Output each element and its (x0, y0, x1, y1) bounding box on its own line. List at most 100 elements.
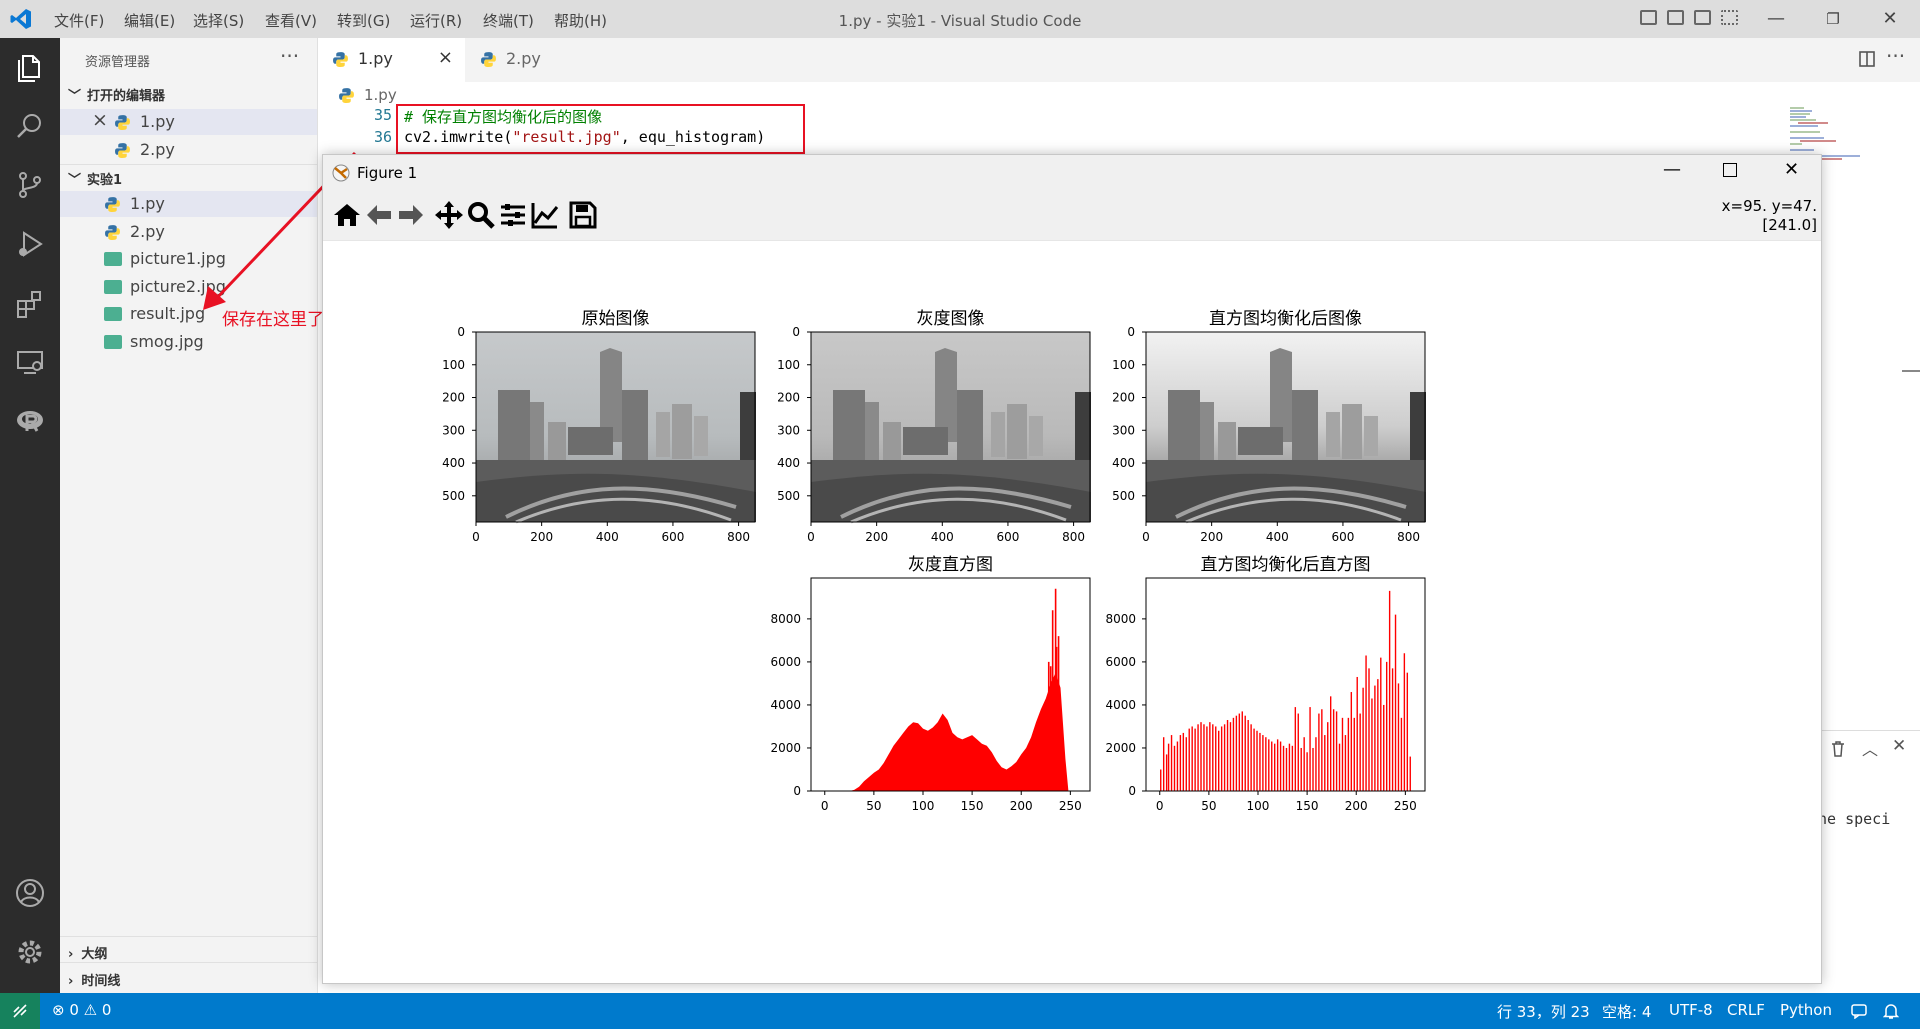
trash-icon[interactable] (1830, 740, 1846, 758)
remote-explorer-icon[interactable] (14, 346, 46, 378)
toggle-primary-sidebar-icon[interactable] (1640, 10, 1657, 25)
x-tick-label: 250 (1059, 799, 1082, 813)
language-mode[interactable]: Python (1780, 1001, 1832, 1019)
maximize-panel-icon[interactable]: ︿ (1862, 736, 1878, 760)
annotation-highlight-box (396, 104, 805, 154)
chevron-right-icon: › (68, 947, 74, 962)
figure-maximize-icon[interactable] (1723, 163, 1737, 177)
source-control-icon[interactable] (14, 169, 46, 201)
y-tick-label: 100 (1112, 358, 1135, 372)
configure-subplots-icon[interactable] (497, 199, 529, 231)
r-icon[interactable] (14, 405, 46, 437)
edit-axis-icon[interactable] (529, 199, 561, 231)
x-tick-label: 0 (821, 799, 829, 813)
minimize-window-icon[interactable]: — (1761, 6, 1791, 32)
x-tick-label: 600 (661, 530, 684, 544)
explorer-title: 资源管理器 (85, 55, 151, 70)
folder-header[interactable]: ﹀ 实验1 (68, 169, 122, 188)
tab-2py[interactable]: 2.py (466, 38, 613, 82)
close-panel-icon[interactable]: ✕ (1892, 736, 1906, 756)
editor-tabs: 1.py × 2.py ··· (318, 38, 1920, 82)
breadcrumb-file[interactable]: 1.py (364, 86, 397, 104)
axes-title: 灰度直方图 (908, 555, 993, 575)
open-editors-header[interactable]: ﹀ 打开的编辑器 (68, 85, 165, 104)
y-tick-label: 4000 (1105, 698, 1136, 712)
files-icon[interactable] (14, 52, 46, 84)
remote-icon (13, 1004, 27, 1018)
extensions-icon[interactable] (14, 287, 46, 319)
axes-title: 灰度图像 (917, 309, 985, 329)
tab-label: 1.py (358, 49, 393, 68)
search-icon[interactable] (14, 110, 46, 142)
y-tick-label: 100 (777, 358, 800, 372)
activity-bar (0, 38, 60, 993)
python-file-icon (339, 88, 354, 103)
restore-window-icon[interactable]: ❐ (1818, 6, 1848, 32)
outline-label: 大纲 (81, 947, 108, 962)
line-number: 35 (373, 106, 392, 124)
save-icon[interactable] (567, 199, 599, 231)
feedback-icon[interactable] (1850, 1003, 1868, 1019)
home-icon[interactable] (331, 199, 363, 231)
python-file-icon (105, 197, 120, 212)
figure-minimize-icon[interactable]: — (1663, 159, 1681, 180)
split-editor-icon[interactable] (1858, 50, 1876, 68)
tab-1py[interactable]: 1.py × (318, 38, 465, 82)
matplotlib-logo-icon (332, 164, 350, 182)
problems-indicator[interactable]: ⊗ 0 ⚠ 0 (52, 1001, 111, 1019)
open-editor-item-1py[interactable]: × 1.py (60, 109, 317, 135)
more-actions-icon[interactable]: ··· (280, 44, 299, 68)
indentation[interactable]: 空格: 4 (1602, 1001, 1651, 1022)
file-item-smog[interactable]: smog.jpg (60, 329, 317, 355)
settings-gear-icon[interactable] (14, 936, 46, 968)
scrollbar-position (1902, 370, 1920, 372)
y-tick-label: 4000 (770, 698, 801, 712)
charts-layer: 原始图像0 200 400 600 8000100200300400500灰度图像0 20… (442, 309, 1428, 813)
y-tick-label: 2000 (770, 741, 801, 755)
annotation-text: 保存在这里了 (222, 310, 324, 330)
zoom-icon[interactable] (465, 199, 497, 231)
close-editor-icon[interactable]: × (92, 109, 108, 131)
x-tick-label: 600 (996, 530, 1019, 544)
folder-label: 实验1 (87, 173, 123, 188)
status-bar: ⊗ 0 ⚠ 0 行 33，列 23 空格: 4 UTF-8 CRLF Pytho… (0, 993, 1920, 1029)
histogram-area (849, 672, 1069, 791)
coord-value: [241.0] (1762, 216, 1817, 234)
section-divider (60, 962, 317, 963)
forward-arrow-icon[interactable] (395, 199, 427, 231)
x-tick-label: 200 (865, 530, 888, 544)
x-tick-label: 200 (1345, 799, 1368, 813)
close-tab-icon[interactable]: × (438, 47, 453, 68)
line-number: 36 (373, 128, 392, 146)
figure-canvas[interactable]: 原始图像0 200 400 600 8000100200300400500灰度图像0 20… (323, 241, 1821, 983)
x-tick-label: 800 (727, 530, 750, 544)
figure-close-icon[interactable]: ✕ (1784, 159, 1799, 180)
y-tick-label: 200 (777, 391, 800, 405)
y-tick-label: 300 (442, 423, 465, 437)
y-tick-label: 0 (793, 784, 801, 798)
line-ending[interactable]: CRLF (1727, 1001, 1765, 1019)
y-tick-label: 0 (1128, 784, 1136, 798)
encoding[interactable]: UTF-8 (1669, 1001, 1713, 1019)
account-icon[interactable] (14, 877, 46, 909)
x-tick-label: 0 (472, 530, 480, 544)
pan-icon[interactable] (433, 199, 465, 231)
image-file-icon (104, 280, 122, 294)
notification-bell-icon[interactable] (1883, 1002, 1899, 1020)
title-bar: 文件(F) 编辑(E) 选择(S) 查看(V) 转到(G) 运行(R) 终端(T… (0, 0, 1920, 38)
close-window-icon[interactable]: ✕ (1875, 6, 1905, 32)
toggle-panel-icon[interactable] (1667, 10, 1684, 25)
x-tick-label: 200 (1200, 530, 1223, 544)
customize-layout-icon[interactable] (1721, 10, 1738, 25)
x-tick-label: 400 (931, 530, 954, 544)
y-tick-label: 500 (1112, 489, 1135, 503)
more-actions-icon[interactable]: ··· (1886, 44, 1905, 68)
timeline-header[interactable]: › 时间线 (68, 970, 120, 989)
run-debug-icon[interactable] (14, 228, 46, 260)
outline-header[interactable]: › 大纲 (68, 943, 107, 962)
x-tick-label: 250 (1394, 799, 1417, 813)
remote-indicator[interactable] (0, 993, 40, 1029)
cursor-position[interactable]: 行 33，列 23 (1497, 1001, 1590, 1022)
toggle-secondary-sidebar-icon[interactable] (1694, 10, 1711, 25)
back-arrow-icon[interactable] (363, 199, 395, 231)
